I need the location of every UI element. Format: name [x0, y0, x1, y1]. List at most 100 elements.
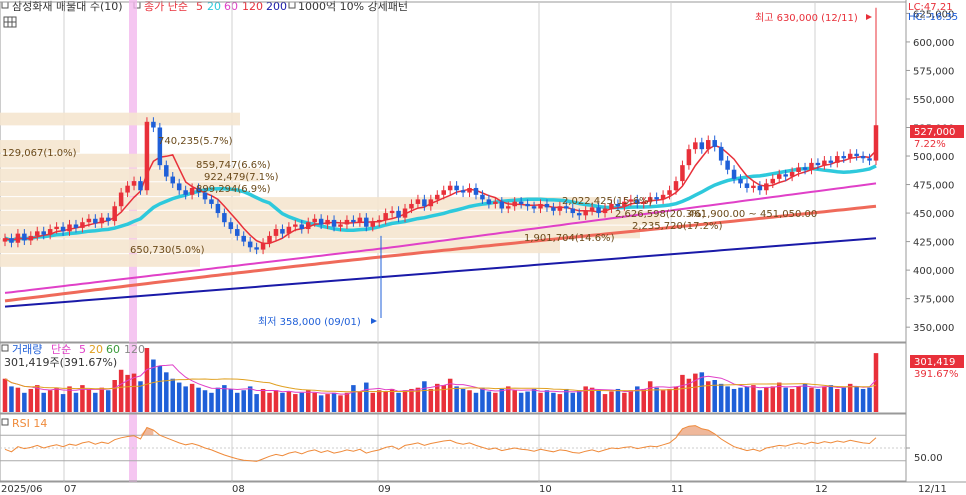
candle-body [544, 203, 550, 208]
candle-body [493, 201, 498, 204]
price-tick-label: 475,000 [913, 181, 954, 192]
stock-chart[interactable]: 삼성화재 매물대 수(10) 종가 단순 5 20 60 120 200 100… [0, 0, 966, 495]
price-tick-label: 500,000 [913, 152, 954, 163]
candle-body [693, 142, 698, 150]
volume-legend-120: 120 [124, 343, 145, 356]
volume-bar [331, 392, 337, 412]
volume-bar [564, 388, 569, 412]
volume-bar [22, 392, 27, 412]
candle-body [531, 206, 537, 209]
volume-bar [751, 385, 756, 412]
candle-body [170, 176, 176, 184]
volume-bar [854, 386, 859, 412]
vp-label-range: 461,900.00 ~ 451,050.00 [688, 209, 817, 220]
volume-profile-bar [0, 112, 240, 126]
candle-body [435, 194, 440, 200]
volume-legend-60: 60 [106, 343, 120, 356]
candle-body [402, 208, 408, 218]
candle-body [454, 185, 459, 191]
volume-bar [435, 383, 440, 412]
volume-bar [28, 388, 34, 412]
volume-bar [60, 394, 66, 412]
vp-label-4: 922,479(7.1%) [204, 172, 279, 183]
x-label-jun: 2025/06 [1, 484, 43, 495]
volume-bar [718, 383, 724, 412]
volume-bar [622, 392, 627, 412]
volume-bar [99, 387, 105, 412]
candle-body [525, 203, 530, 207]
candle-body [80, 222, 85, 228]
volume-bar [680, 374, 685, 412]
volume-bar [815, 388, 821, 412]
candle-body [15, 233, 21, 243]
volume-bar [615, 388, 621, 412]
volume-bar [822, 386, 827, 412]
candle-body [551, 207, 556, 211]
volume-bar [512, 390, 517, 412]
volume-bar [273, 390, 279, 412]
x-label-sep: 09 [378, 484, 391, 495]
candle-body [486, 199, 492, 204]
volume-bar [235, 392, 240, 412]
volume-bar [544, 390, 550, 412]
low-annotation: 최저 358,000 (09/01) [258, 316, 361, 328]
volume-bar [576, 390, 582, 412]
candle-body [460, 190, 466, 193]
volume-bar [364, 382, 369, 412]
volume-bar [828, 385, 834, 412]
candle-body [809, 162, 814, 170]
volume-bar [228, 388, 234, 412]
volume-bar [344, 392, 350, 412]
volume-bar [557, 394, 563, 412]
volume-bar [835, 388, 840, 412]
volume-bar [267, 392, 272, 412]
candle-body [47, 229, 53, 235]
volume-bar [460, 388, 466, 412]
volume-bar [15, 387, 21, 412]
candle-body [209, 199, 214, 204]
volume-bar [112, 380, 117, 412]
vp-label-9: 1,901,704(14.6%) [524, 233, 615, 244]
candle-body [131, 181, 137, 186]
candle-body [299, 224, 305, 230]
candle-body [822, 160, 827, 166]
candle-body [738, 178, 743, 184]
vp-label-10: 650,730(5.0%) [130, 245, 205, 256]
x-label-current: 12/11 [918, 484, 947, 495]
candle-body [802, 167, 808, 170]
candle-body [331, 219, 337, 227]
volume-legend-title: 거래량 [12, 343, 42, 356]
volume-bar [351, 385, 356, 412]
volume-bar [860, 388, 866, 412]
candle-body [841, 156, 846, 159]
candle-body [731, 169, 737, 179]
volume-bar [370, 392, 376, 412]
candle-body [22, 233, 27, 241]
volume-legend-20: 20 [89, 343, 103, 356]
candle-body [447, 185, 453, 191]
volume-bar [570, 392, 576, 412]
volume-bar [105, 390, 111, 412]
candle-body [305, 222, 311, 230]
candle-body [28, 235, 34, 241]
candle-body [499, 201, 505, 209]
volume-bar [196, 387, 201, 412]
candle-body [673, 181, 679, 191]
candle-body [538, 203, 543, 209]
candle-body [847, 153, 853, 159]
volume-bar [54, 387, 59, 412]
price-tick-label: 400,000 [913, 266, 954, 277]
candle-body [222, 213, 227, 223]
candle-body [854, 153, 859, 157]
candle-body [376, 219, 382, 223]
candle-body [751, 185, 756, 188]
volume-bar [764, 387, 769, 412]
candle-body [260, 242, 266, 250]
candle-body [189, 187, 195, 195]
candle-body [570, 208, 576, 214]
volume-bar [402, 390, 408, 412]
volume-bar [144, 348, 150, 412]
x-label-oct: 10 [539, 484, 552, 495]
hc-label: HC:-16.35 [908, 12, 958, 23]
volume-bar [286, 391, 292, 412]
